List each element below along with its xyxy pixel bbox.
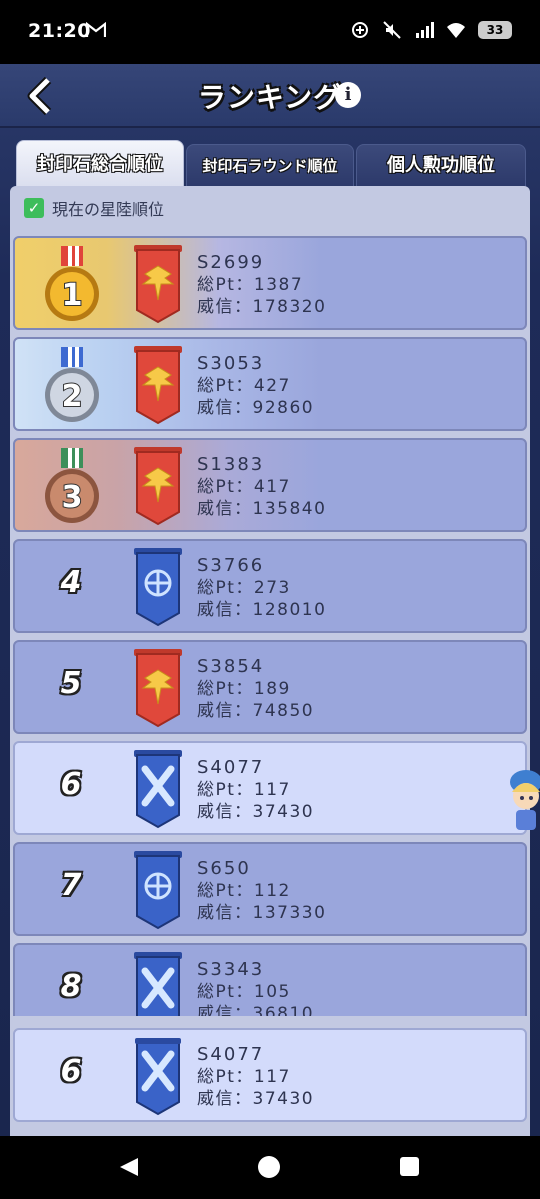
current-star-filter[interactable]: ✓ 現在の星陸順位 [24, 196, 164, 220]
server-info: S2699 総Pt：1387 威信：178320 [197, 252, 326, 318]
gmail-icon [86, 22, 106, 37]
tab-seal-stone-overall[interactable]: 封印石総合順位 [16, 140, 184, 190]
medal-rank-number: 3 [62, 480, 83, 515]
ranking-row[interactable]: 7 S650 総Pt：112 威信：137330 [13, 842, 527, 936]
rank-number: 8 [60, 969, 82, 1004]
page-title: ランキング [197, 81, 343, 114]
ranking-row[interactable]: 2 S3053 総Pt：427 威信：92860 [13, 337, 527, 431]
bronze-medal-icon: 3 [45, 448, 99, 523]
prestige: 威信：178320 [197, 297, 327, 317]
server-id: S650 [197, 858, 251, 879]
ranking-row[interactable]: 1 S2699 総Pt：1387 威信：178320 [13, 236, 527, 330]
system-nav-bar [0, 1136, 540, 1199]
server-id: S4077 [197, 757, 265, 778]
nav-back-icon[interactable] [118, 1156, 140, 1178]
server-info: S1383 総Pt：417 威信：135840 [197, 454, 326, 520]
total-points: 総Pt：1387 [197, 275, 304, 295]
ranking-row[interactable]: 3 S1383 総Pt：417 威信：135840 [13, 438, 527, 532]
server-id: S3766 [197, 555, 265, 576]
server-info: S4077 総Pt：117 威信：37430 [197, 757, 314, 823]
ranking-list[interactable]: 1 S2699 総Pt：1387 威信：178320 2 S3053 総Pt：427 威信：9… [13, 236, 527, 1016]
prestige: 威信：137330 [197, 903, 327, 923]
crossed-swords-banner-icon [134, 952, 182, 1016]
prestige: 威信：92860 [197, 398, 315, 418]
total-points: 総Pt：112 [197, 881, 291, 901]
filter-label: 現在の星陸順位 [52, 200, 165, 219]
medal-rank-number: 1 [62, 278, 83, 313]
total-points: 総Pt：417 [197, 477, 291, 497]
phoenix-banner-icon [134, 649, 182, 728]
own-server-row[interactable]: 6 S4077 総Pt：117 威信：37430 [13, 1028, 527, 1122]
ranking-row[interactable]: 4 S3766 総Pt：273 威信：128010 [13, 539, 527, 633]
globe-banner-icon [134, 548, 182, 627]
gold-medal-icon: 1 [45, 246, 99, 321]
server-id: S3343 [197, 959, 265, 980]
signal-icon [416, 22, 434, 38]
server-info: S3854 総Pt：189 威信：74850 [197, 656, 314, 722]
server-info: S650 総Pt：112 威信：137330 [197, 858, 326, 924]
status-bar: 21:20 33 [0, 0, 540, 64]
tab-seal-stone-round[interactable]: 封印石ラウンド順位 [186, 144, 354, 188]
server-id: S3053 [197, 353, 265, 374]
wifi-icon [447, 23, 465, 38]
character-avatar-icon[interactable] [504, 764, 540, 834]
total-points: 総Pt：273 [197, 578, 291, 598]
server-id: S2699 [197, 252, 265, 273]
ranking-screen: ランキング i 封印石総合順位 封印石ラウンド順位 個人勲功順位 ✓ 現在の星陸… [0, 64, 540, 1136]
silver-medal-icon: 2 [45, 347, 99, 422]
ranking-row[interactable]: 6 S4077 総Pt：117 威信：37430 [13, 741, 527, 835]
globe-banner-icon [134, 851, 182, 930]
total-points: 総Pt：427 [197, 376, 291, 396]
prestige: 威信：135840 [197, 499, 327, 519]
server-info: S3766 総Pt：273 威信：128010 [197, 555, 326, 621]
rank-number: 6 [60, 1054, 82, 1089]
phoenix-banner-icon [134, 245, 182, 324]
mute-icon [383, 21, 401, 39]
rank-number: 6 [60, 767, 82, 802]
total-points: 総Pt：105 [197, 982, 291, 1002]
prestige: 威信：74850 [197, 701, 315, 721]
battery-level: 33 [486, 23, 504, 37]
total-points: 総Pt：117 [197, 780, 291, 800]
checkbox-checked-icon[interactable]: ✓ [24, 198, 44, 218]
phoenix-banner-icon [134, 346, 182, 425]
phoenix-banner-icon [134, 447, 182, 526]
rank-number: 4 [60, 565, 82, 600]
battery-icon: 33 [478, 21, 512, 39]
ranking-row[interactable]: 5 S3854 総Pt：189 威信：74850 [13, 640, 527, 734]
tab-bar: 封印石総合順位 封印石ラウンド順位 個人勲功順位 [14, 140, 526, 190]
header-bar: ランキング i [0, 64, 540, 128]
tab-personal-merit[interactable]: 個人勲功順位 [356, 144, 526, 188]
server-id: S4077 [197, 1044, 265, 1065]
prestige: 威信：128010 [197, 600, 327, 620]
rank-number: 5 [60, 666, 82, 701]
info-icon[interactable]: i [335, 82, 361, 108]
crossed-swords-banner-icon [135, 1038, 181, 1116]
nav-home-icon[interactable] [258, 1156, 280, 1178]
prestige: 威信：37430 [197, 802, 315, 822]
ranking-row[interactable]: 8 S3343 総Pt：105 威信：36810 [13, 943, 527, 1016]
prestige: 威信：37430 [197, 1089, 315, 1109]
crossed-swords-banner-icon [134, 750, 182, 829]
server-info: S3053 総Pt：427 威信：92860 [197, 353, 314, 419]
prestige: 威信：36810 [197, 1004, 315, 1016]
nav-recents-icon[interactable] [400, 1157, 419, 1176]
total-points: 総Pt：117 [197, 1067, 291, 1087]
total-points: 総Pt：189 [197, 679, 291, 699]
medal-rank-number: 2 [62, 379, 83, 414]
status-time: 21:20 [28, 20, 91, 42]
server-id: S1383 [197, 454, 265, 475]
data-saver-icon [352, 22, 368, 38]
server-id: S3854 [197, 656, 265, 677]
server-info: S4077 総Pt：117 威信：37430 [197, 1044, 314, 1110]
rank-number: 7 [60, 868, 82, 903]
server-info: S3343 総Pt：105 威信：36810 [197, 959, 314, 1016]
